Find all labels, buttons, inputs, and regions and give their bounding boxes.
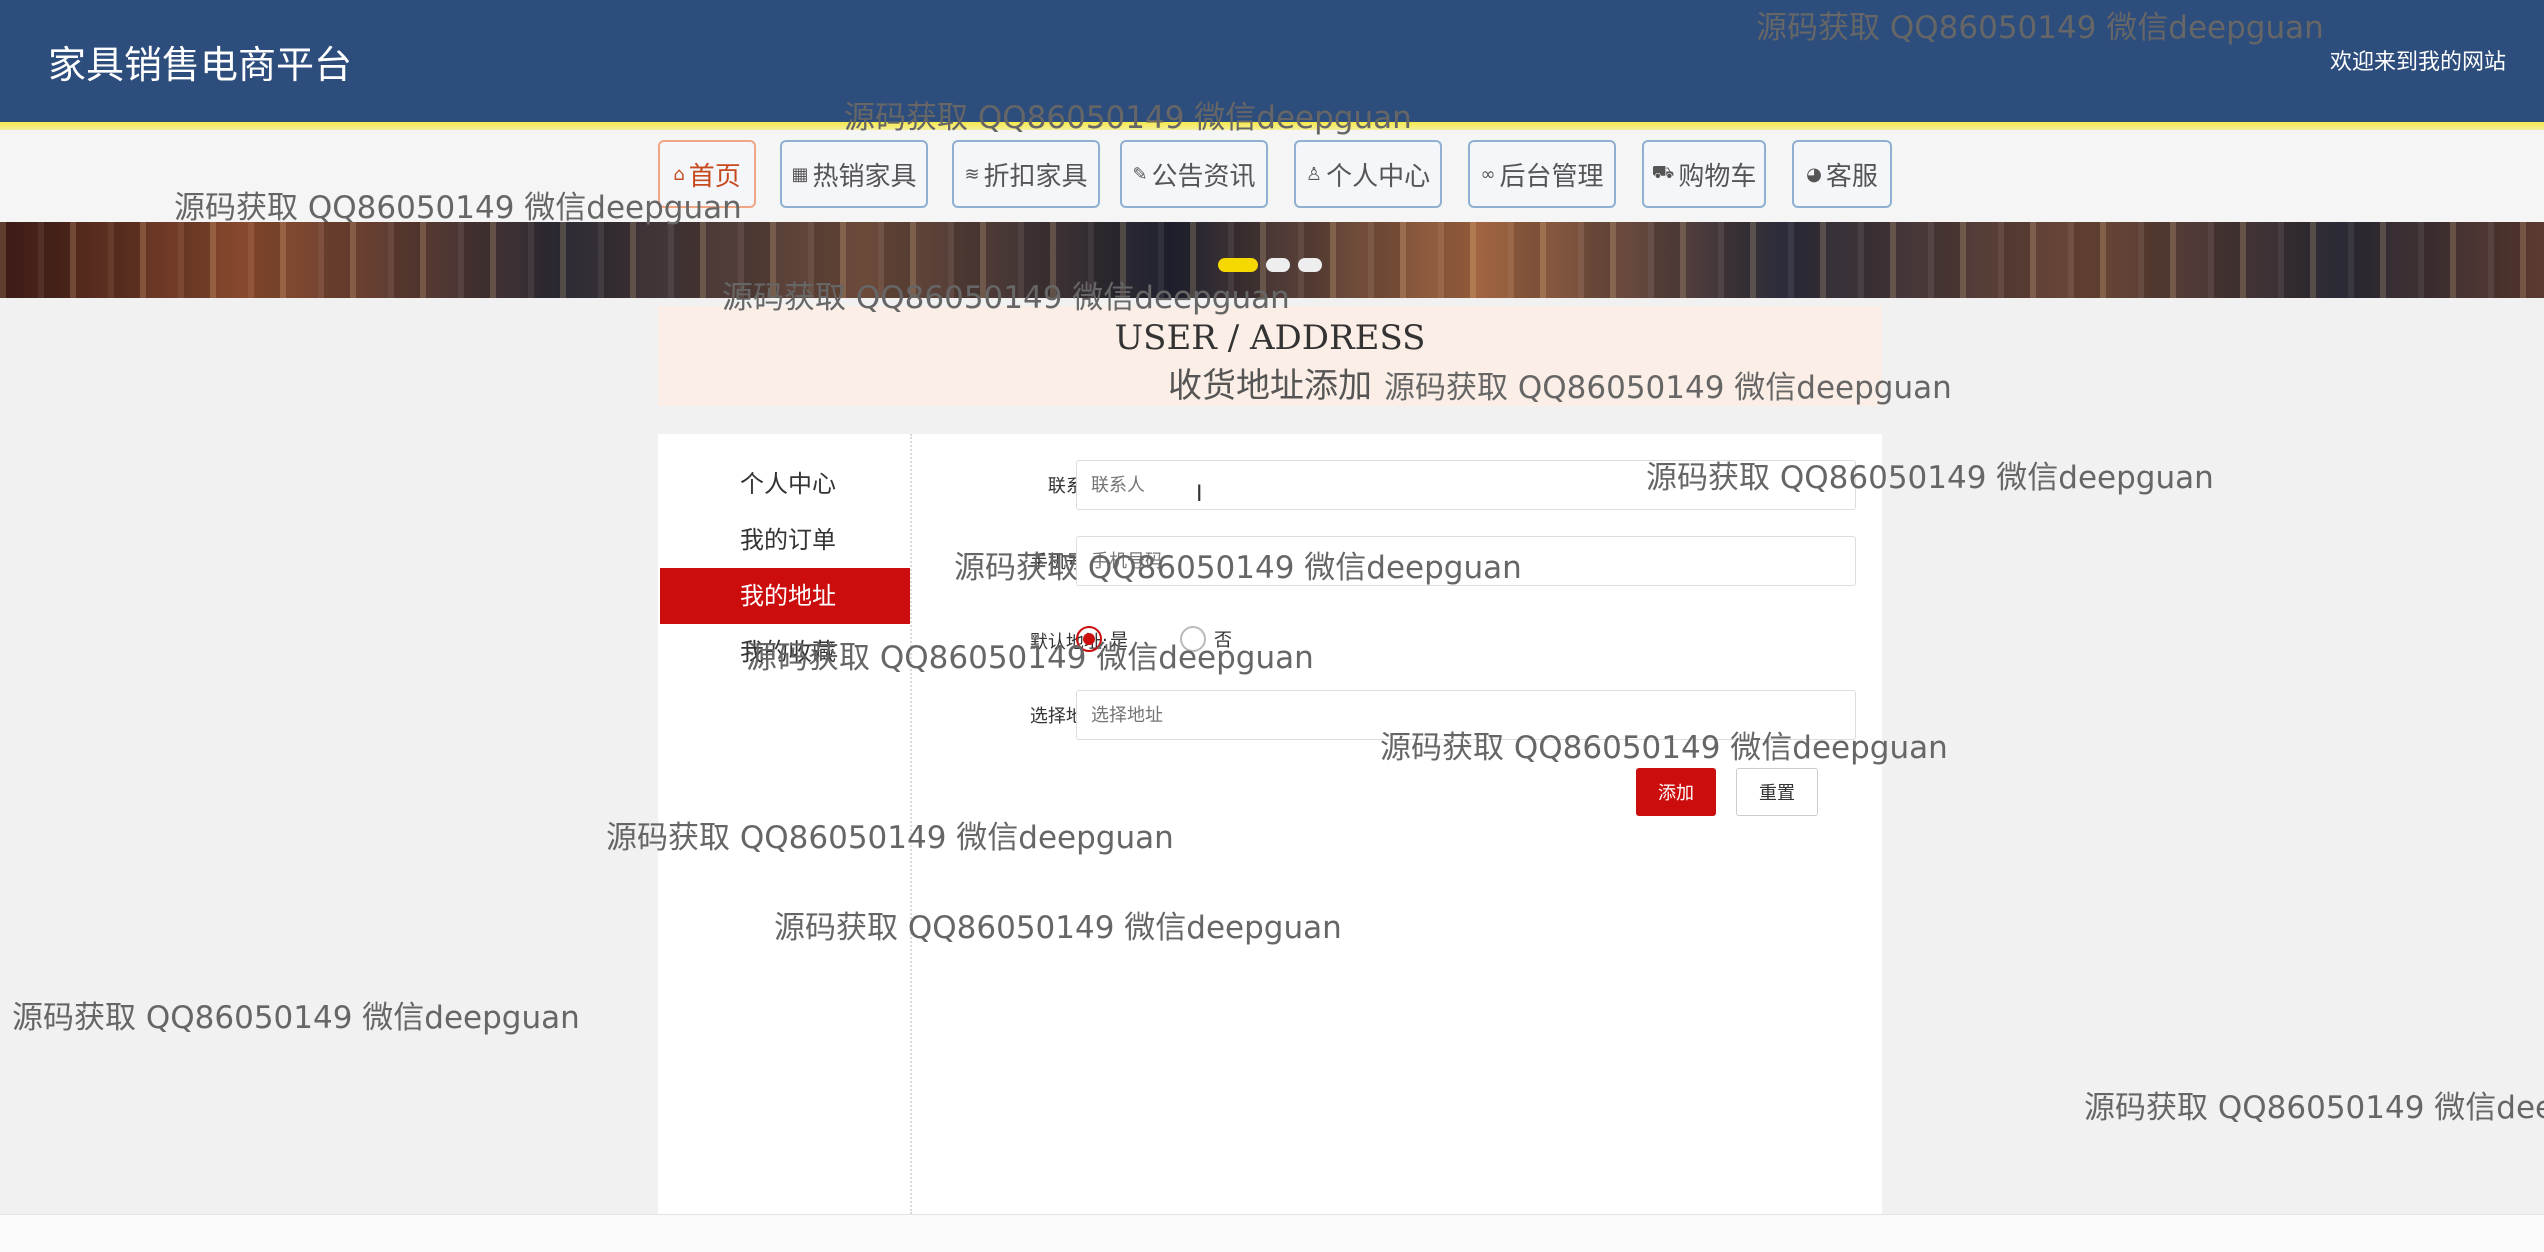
- watermark-text: 源码获取 QQ86050149 微信deepguan: [844, 100, 1412, 136]
- sidebar-item-personal-center[interactable]: 个人中心: [660, 456, 910, 512]
- nav-personal-center[interactable]: ♙ 个人中心: [1294, 140, 1442, 208]
- edit-icon: ✎: [1132, 163, 1148, 185]
- text-cursor-icon: I: [1196, 482, 1203, 507]
- cart-icon: ⛟: [1651, 162, 1675, 183]
- user-icon: ♙: [1305, 163, 1323, 185]
- watermark-text: 源码获取 QQ86050149 微信deepguan: [12, 1000, 580, 1036]
- watermark-text: 源码获取 QQ86050149 微信deepguan: [1646, 460, 2214, 496]
- watermark-text: 源码获取 QQ86050149 微信deepguan: [174, 190, 742, 226]
- site-title: 家具销售电商平台: [48, 43, 353, 87]
- watermark-text: 源码获取 QQ86050149 微信deepguan: [1380, 730, 1948, 766]
- watermark-text: 源码获取 QQ86050149 微信deepguan: [2084, 1090, 2544, 1126]
- page-footer-edge: [0, 1214, 2544, 1252]
- watermark-text: 源码获取 QQ86050149 微信deepguan: [722, 280, 1290, 316]
- carousel-dot[interactable]: [1298, 258, 1322, 272]
- nav-discount-furniture[interactable]: ≋ 折扣家具: [952, 140, 1100, 208]
- watermark-text: 源码获取 QQ86050149 微信deepguan: [1756, 10, 2324, 46]
- watermark-text: 源码获取 QQ86050149 微信deepguan: [1384, 370, 1952, 406]
- chat-icon: ◕: [1806, 163, 1822, 185]
- watermark-text: 源码获取 QQ86050149 微信deepguan: [774, 910, 1342, 946]
- nav-admin[interactable]: ∞ 后台管理: [1468, 140, 1616, 208]
- add-button[interactable]: 添加: [1636, 768, 1716, 816]
- section-title-en: USER / ADDRESS: [1114, 318, 1426, 358]
- layers-icon: ≋: [964, 163, 980, 185]
- watermark-text: 源码获取 QQ86050149 微信deepguan: [746, 640, 1314, 676]
- nav-announcements[interactable]: ✎ 公告资讯: [1120, 140, 1268, 208]
- nav-customer-service[interactable]: ◕ 客服: [1792, 140, 1892, 208]
- link-icon: ∞: [1480, 163, 1496, 185]
- watermark-text: 源码获取 QQ86050149 微信deepguan: [954, 550, 1522, 586]
- carousel-dot[interactable]: [1266, 258, 1290, 272]
- nav-hot-furniture[interactable]: ▦ 热销家具: [780, 140, 928, 208]
- nav-cart[interactable]: ⛟ 购物车: [1642, 140, 1766, 208]
- sidebar-item-my-orders[interactable]: 我的订单: [660, 512, 910, 568]
- carousel-indicators: [1218, 258, 1322, 272]
- watermark-text: 源码获取 QQ86050149 微信deepguan: [606, 820, 1174, 856]
- reset-button[interactable]: 重置: [1736, 768, 1818, 816]
- grid-icon: ▦: [791, 163, 809, 185]
- welcome-text: 欢迎来到我的网站: [2329, 50, 2506, 75]
- carousel-dot[interactable]: [1218, 258, 1258, 272]
- sidebar-item-my-address[interactable]: 我的地址: [660, 568, 910, 624]
